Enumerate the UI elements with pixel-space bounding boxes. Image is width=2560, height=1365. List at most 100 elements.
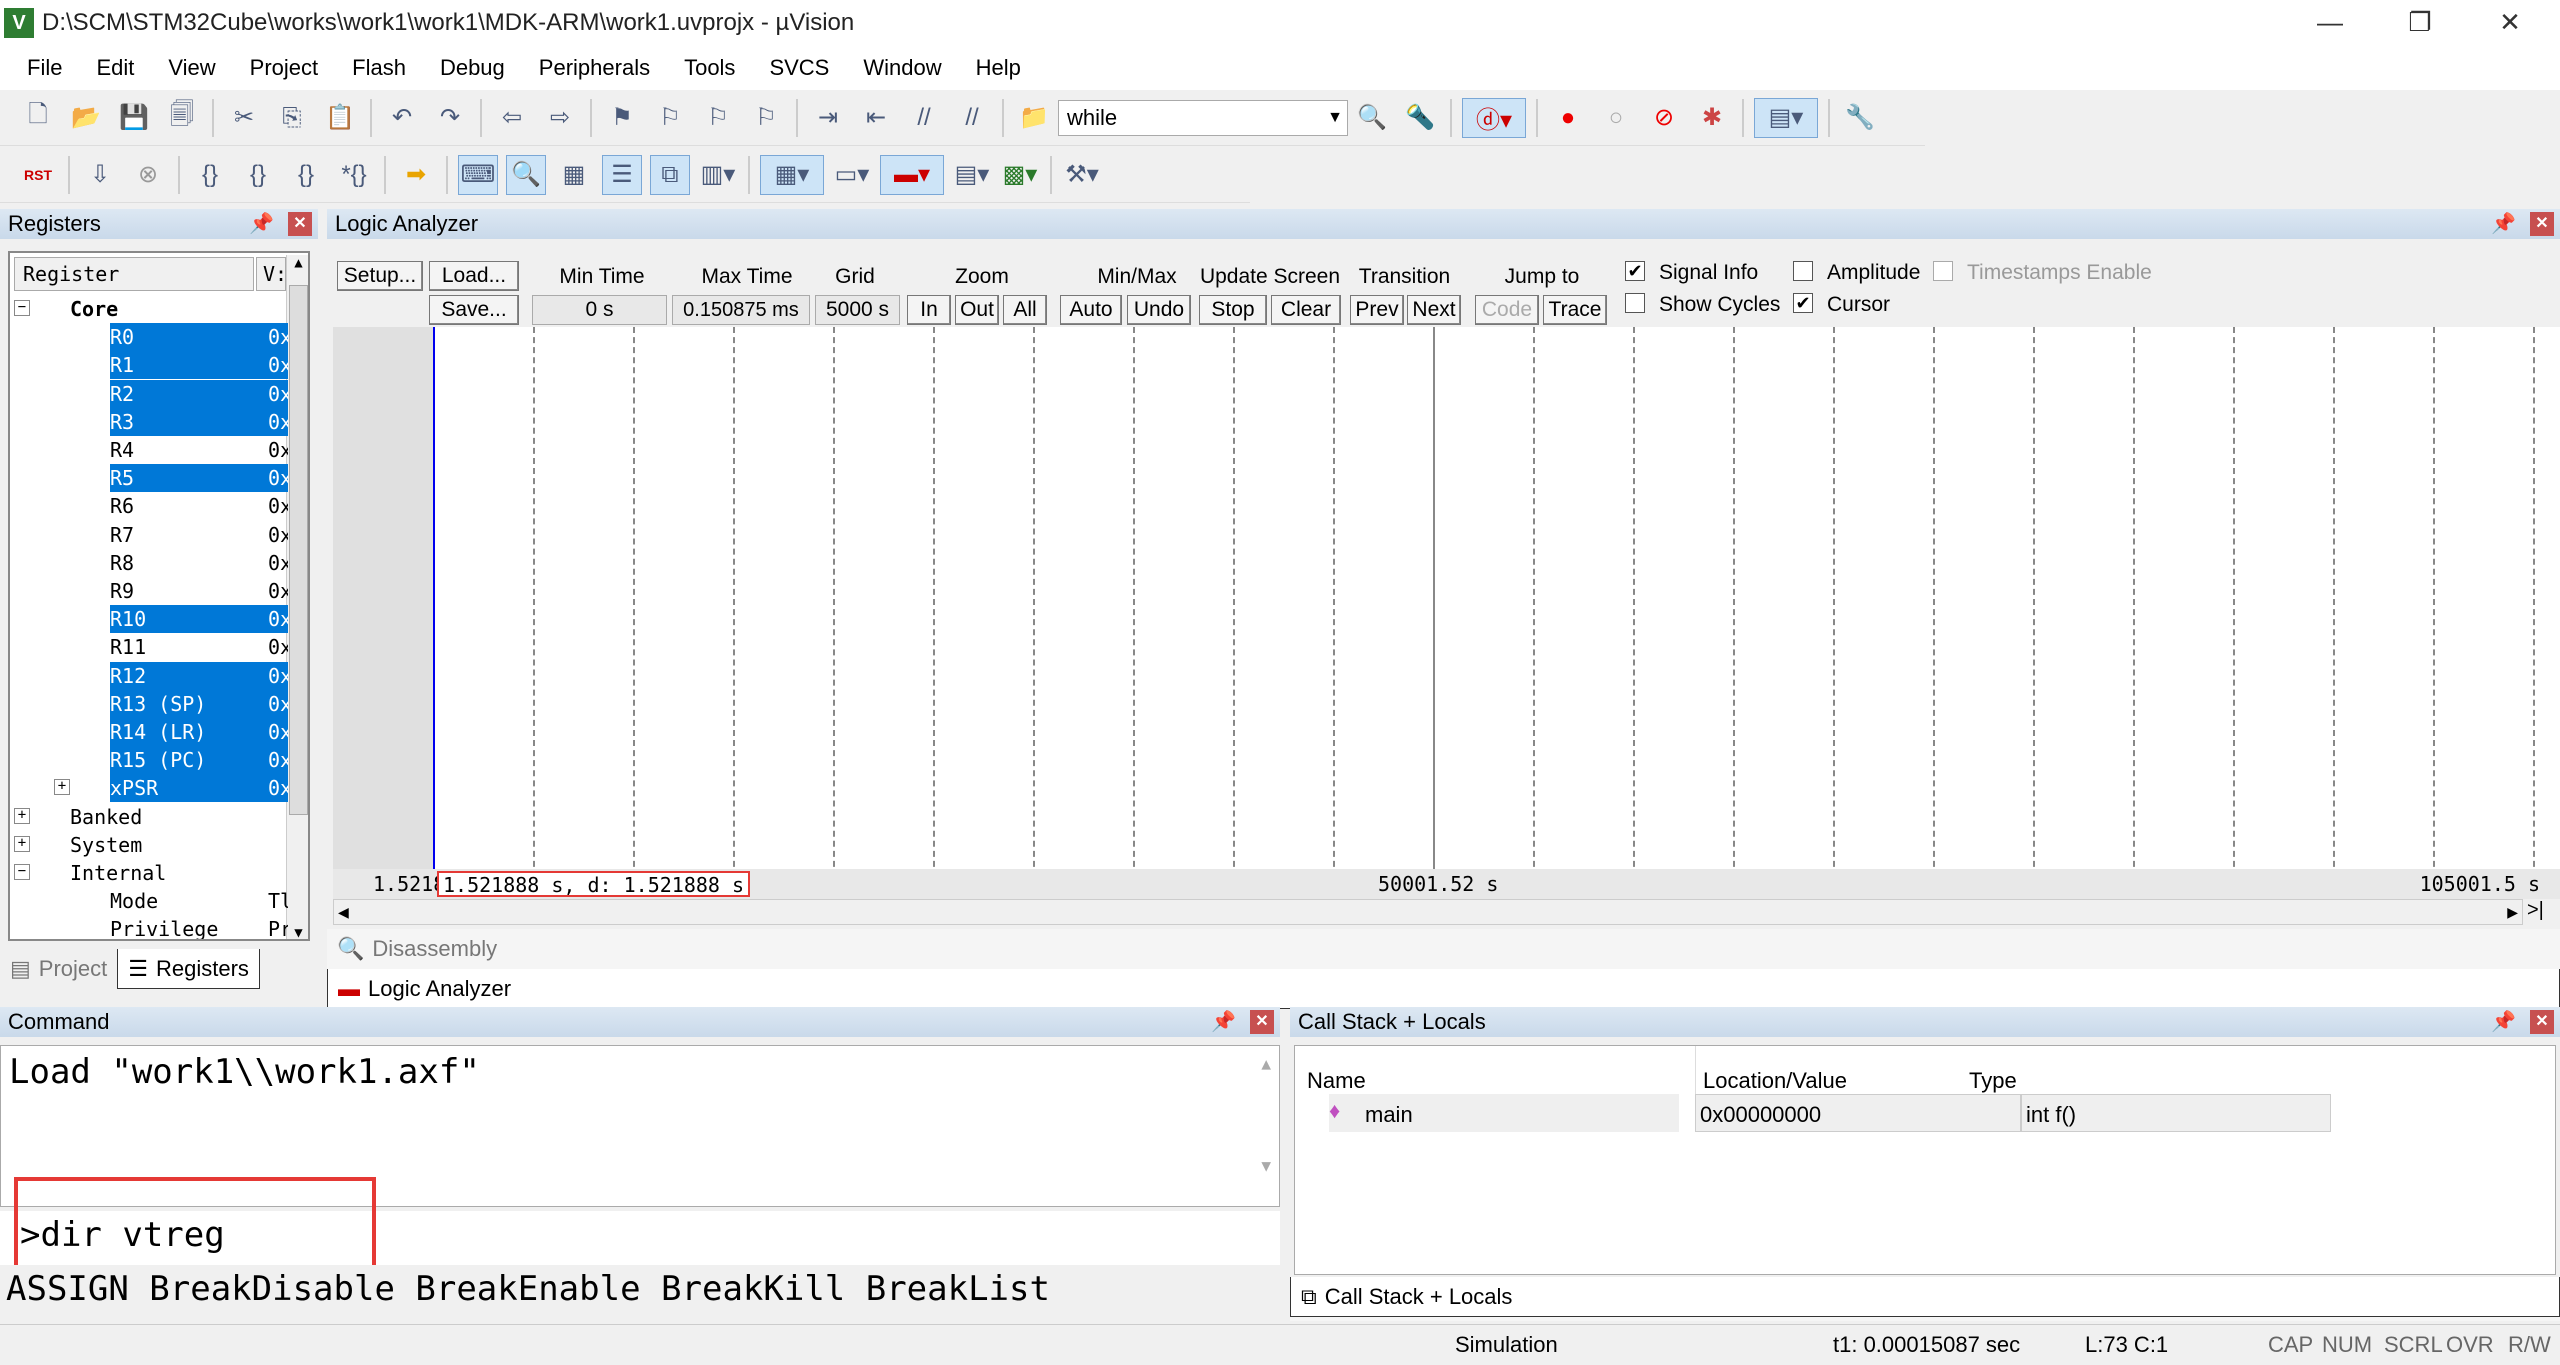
tab-disassembly[interactable]: 🔍 Disassembly [327,929,2560,969]
registers-window-icon[interactable]: ☰ [602,154,642,195]
code-button[interactable]: Code [1475,295,1539,325]
pin-icon[interactable]: 📌 [2491,1007,2516,1037]
open-file-icon[interactable]: 📂 [66,98,106,138]
cut-icon[interactable]: ✂ [224,98,264,138]
table-row[interactable]: ♦ main [1329,1094,1679,1132]
scrollbar[interactable]: ▲ ▼ [286,255,308,939]
incremental-find-icon[interactable]: 🔍 [1352,98,1392,138]
stop-button[interactable]: Stop [1199,295,1267,325]
close-icon[interactable]: ✕ [288,212,312,236]
tab-project[interactable]: ▤ Project [0,949,117,989]
next-button[interactable]: Next [1407,295,1461,325]
find-combobox[interactable]: while ▼ [1058,99,1348,136]
bookmark-icon[interactable]: ⚑ [602,98,642,138]
reset-button[interactable]: RST [18,155,58,195]
menu-help[interactable]: Help [959,55,1038,81]
command-window-icon[interactable]: ⌨ [458,154,498,195]
register-row[interactable]: R4 0x [10,436,288,464]
watch-window-icon[interactable]: ▥▾ [698,155,738,195]
comment-icon[interactable]: // [904,98,944,138]
new-file-icon[interactable]: 🗋 [18,98,58,138]
menu-debug[interactable]: Debug [423,55,522,81]
find-icon[interactable]: 🔦 [1400,98,1440,138]
zoom-out-button[interactable]: Out [955,295,999,325]
clear-button[interactable]: Clear [1271,295,1341,325]
tab-registers[interactable]: ☰ Registers [117,949,260,989]
register-row[interactable]: R30x [10,407,288,436]
uncomment-icon[interactable]: // [952,98,992,138]
register-row[interactable]: + System [10,831,280,859]
collapse-icon[interactable]: − [14,864,30,880]
configure-icon[interactable]: 🔧 [1840,98,1880,138]
save-all-icon[interactable]: 🗐 [162,98,202,138]
column-value[interactable]: V: [256,257,286,291]
trace-window-icon[interactable]: ▤▾ [952,155,992,195]
register-row[interactable]: R10x [10,351,288,380]
register-row[interactable]: R14 (LR)0x [10,718,288,746]
col-location[interactable]: Location/Value [1703,1068,1847,1094]
collapse-icon[interactable]: − [14,300,30,316]
analysis-window-icon[interactable]: ▬▾ [880,154,944,195]
tab-logic-analyzer[interactable]: ▬ Logic Analyzer [327,969,2560,1009]
menu-window[interactable]: Window [846,55,958,81]
register-row[interactable]: + xPSR0x [10,774,288,803]
register-row[interactable]: R9 0x [10,577,288,605]
chevron-down-icon[interactable]: ▼ [1327,109,1343,127]
tab-call-stack-locals[interactable]: ⧉ Call Stack + Locals [1290,1277,2560,1317]
register-tree[interactable]: Register V: ▲ ▼ −CoreR00xR10xR20xR30xR40… [8,251,310,941]
signal-info-checkbox[interactable]: ✔ [1625,261,1645,281]
scroll-down-icon[interactable]: ▼ [1261,1156,1271,1175]
close-icon[interactable]: ✕ [1250,1010,1274,1034]
scroll-up-icon[interactable]: ▲ [287,255,308,285]
unindent-icon[interactable]: ⇤ [856,98,896,138]
debug-session-icon[interactable]: ⓓ▾ [1462,97,1526,138]
nav-forward-icon[interactable]: ⇨ [540,98,580,138]
menu-file[interactable]: File [10,55,79,81]
pin-icon[interactable]: 📌 [249,209,274,239]
system-viewer-icon[interactable]: ▩▾ [1000,155,1040,195]
register-row[interactable]: R50x [10,464,288,493]
zoom-all-button[interactable]: All [1003,295,1047,325]
register-row[interactable]: R100x [10,605,288,634]
register-row[interactable]: R00x [10,323,288,352]
col-type[interactable]: Type [1969,1068,2017,1094]
expand-icon[interactable]: + [14,807,30,824]
scroll-left-icon[interactable]: ◀ [338,900,349,924]
step-out-icon[interactable]: {} [286,155,326,195]
menu-flash[interactable]: Flash [335,55,423,81]
register-row[interactable]: − Core [10,295,280,323]
symbols-window-icon[interactable]: ▦ [554,155,594,195]
close-icon[interactable]: ✕ [2530,212,2554,236]
horizontal-scrollbar[interactable]: ◀ ▶ [333,899,2523,925]
register-row[interactable]: R13 (SP)0x [10,689,288,718]
register-row[interactable]: R15 (PC)0x [10,746,288,775]
run-icon[interactable]: ⇩ [80,155,120,195]
bookmark-next-icon[interactable]: ⚐ [698,98,738,138]
trace-button[interactable]: Trace [1543,295,1607,325]
toolbox-icon[interactable]: ⚒▾ [1062,155,1102,195]
pin-icon[interactable]: 📌 [1211,1007,1236,1037]
save-button[interactable]: Save... [429,295,519,325]
register-row[interactable]: R11 0x [10,633,288,661]
bookmark-clear-icon[interactable]: ⚐ [746,98,786,138]
signal-names-column[interactable] [333,327,433,877]
show-next-statement-icon[interactable]: ➡ [396,155,436,195]
run-to-cursor-icon[interactable]: *{} [334,155,374,195]
menu-view[interactable]: View [151,55,232,81]
register-row[interactable]: Privilege Pr [10,915,288,939]
close-icon[interactable]: ✕ [2530,1010,2554,1034]
expand-icon[interactable]: + [14,835,30,852]
auto-button[interactable]: Auto [1060,295,1122,325]
show-cycles-checkbox[interactable] [1625,293,1645,313]
menu-edit[interactable]: Edit [79,55,151,81]
restore-button[interactable]: ❐ [2375,0,2465,46]
register-row[interactable]: R8 0x [10,549,288,577]
col-name[interactable]: Name [1307,1068,1366,1094]
call-stack-window-icon[interactable]: ⧉ [650,154,690,195]
stop-icon[interactable]: ⊗ [128,155,168,195]
window-layout-icon[interactable]: ▤▾ [1754,97,1818,138]
scroll-down-icon[interactable]: ▼ [287,925,308,939]
step-into-icon[interactable]: {} [190,155,230,195]
menu-project[interactable]: Project [233,55,335,81]
close-button[interactable]: ✕ [2465,0,2555,46]
